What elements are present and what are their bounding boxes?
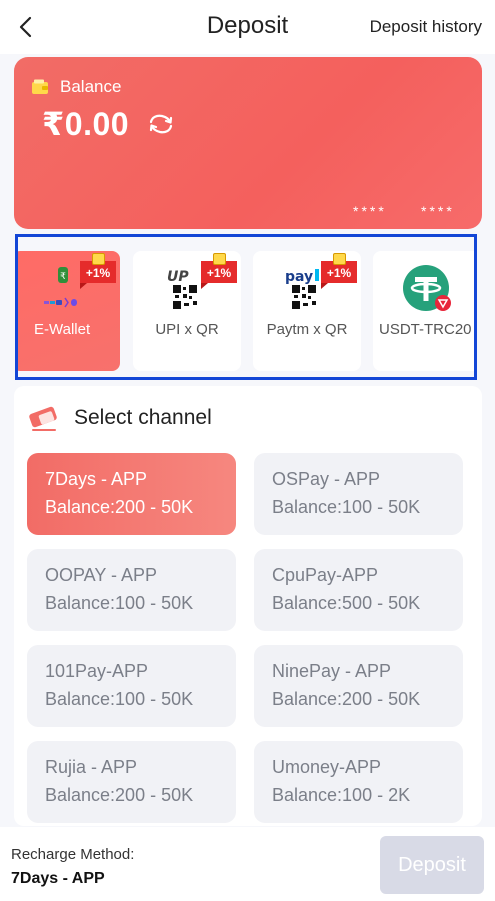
balance-amount: ₹0.00 xyxy=(42,106,130,142)
bonus-badge: +1% xyxy=(80,253,116,289)
method-label: Paytm x QR xyxy=(266,321,348,338)
recharge-method-value: 7Days - APP xyxy=(11,870,105,887)
channel-name: CpuPay-APP xyxy=(272,565,379,585)
gift-icon xyxy=(213,253,226,265)
channel-range: Balance:200 - 50K xyxy=(45,497,194,517)
footer-bar: Recharge Method: 7Days - APP Deposit xyxy=(0,827,495,901)
channel-card-ninepay[interactable]: NinePay - APP Balance:200 - 50K xyxy=(254,645,463,727)
channel-range: Balance:100 - 50K xyxy=(45,689,194,709)
e-wallet-icon: ₹ xyxy=(44,267,77,308)
payment-methods-row: ₹ +1% E-Wallet UP +1% UPI x QR pay +1% P… xyxy=(15,234,477,380)
section-title: Select channel xyxy=(74,406,212,429)
method-label: E-Wallet xyxy=(34,321,91,338)
svg-text:UP: UP xyxy=(167,269,189,285)
method-label: UPI x QR xyxy=(155,321,219,338)
chevron-left-icon[interactable] xyxy=(14,14,40,40)
channel-card-oopay[interactable]: OOPAY - APP Balance:100 - 50K xyxy=(27,549,236,631)
channel-card-umoney[interactable]: Umoney-APP Balance:100 - 2K xyxy=(254,741,463,823)
deposit-history-link[interactable]: Deposit history xyxy=(370,17,482,37)
tether-icon xyxy=(403,265,451,311)
masked-card-number: **** xyxy=(421,203,455,219)
header-bar: Deposit Deposit history xyxy=(0,0,495,54)
channel-range: Balance:100 - 50K xyxy=(272,497,421,517)
channel-range: Balance:100 - 2K xyxy=(272,785,411,805)
balance-card: Balance ₹0.00 **** **** xyxy=(14,57,482,229)
svg-text:₹: ₹ xyxy=(60,272,66,282)
channel-card-ospay[interactable]: OSPay - APP Balance:100 - 50K xyxy=(254,453,463,535)
channel-name: 7Days - APP xyxy=(45,469,148,489)
channel-name: 101Pay-APP xyxy=(45,661,149,681)
channel-range: Balance:100 - 50K xyxy=(45,593,194,613)
method-tile-paytm-qr[interactable]: pay +1% Paytm x QR xyxy=(253,251,361,371)
method-tile-upi-qr[interactable]: UP +1% UPI x QR xyxy=(133,251,241,371)
gift-icon xyxy=(92,253,105,265)
svg-text:pay: pay xyxy=(285,269,313,285)
deposit-button[interactable]: Deposit xyxy=(380,836,484,894)
channel-range: Balance:200 - 50K xyxy=(272,689,421,709)
recharge-method-label: Recharge Method: xyxy=(11,846,135,863)
method-tile-e-wallet[interactable]: ₹ +1% E-Wallet xyxy=(18,251,120,371)
bonus-badge: +1% xyxy=(321,253,357,289)
refresh-icon[interactable] xyxy=(147,113,175,135)
channel-range: Balance:200 - 50K xyxy=(45,785,194,805)
method-label: USDT-TRC20 xyxy=(379,321,472,338)
bonus-badge: +1% xyxy=(201,253,237,289)
gift-icon xyxy=(333,253,346,265)
masked-card-number: **** xyxy=(353,203,387,219)
eraser-icon xyxy=(29,406,57,431)
channel-card-rujia[interactable]: Rujia - APP Balance:200 - 50K xyxy=(27,741,236,823)
channel-name: NinePay - APP xyxy=(272,661,392,681)
channel-section: Select channel 7Days - APP Balance:200 -… xyxy=(14,386,482,826)
channel-card-7days[interactable]: 7Days - APP Balance:200 - 50K xyxy=(27,453,236,535)
channel-card-cpupay[interactable]: CpuPay-APP Balance:500 - 50K xyxy=(254,549,463,631)
channel-name: OOPAY - APP xyxy=(45,565,158,585)
channel-name: Rujia - APP xyxy=(45,757,138,777)
channel-card-101pay[interactable]: 101Pay-APP Balance:100 - 50K xyxy=(27,645,236,727)
channel-range: Balance:500 - 50K xyxy=(272,593,421,613)
balance-label: Balance xyxy=(60,77,122,96)
channel-name: Umoney-APP xyxy=(272,757,382,777)
wallet-icon xyxy=(32,79,48,94)
channel-name: OSPay - APP xyxy=(272,469,381,489)
method-tile-usdt[interactable]: USDT-TRC20 xyxy=(373,251,474,371)
